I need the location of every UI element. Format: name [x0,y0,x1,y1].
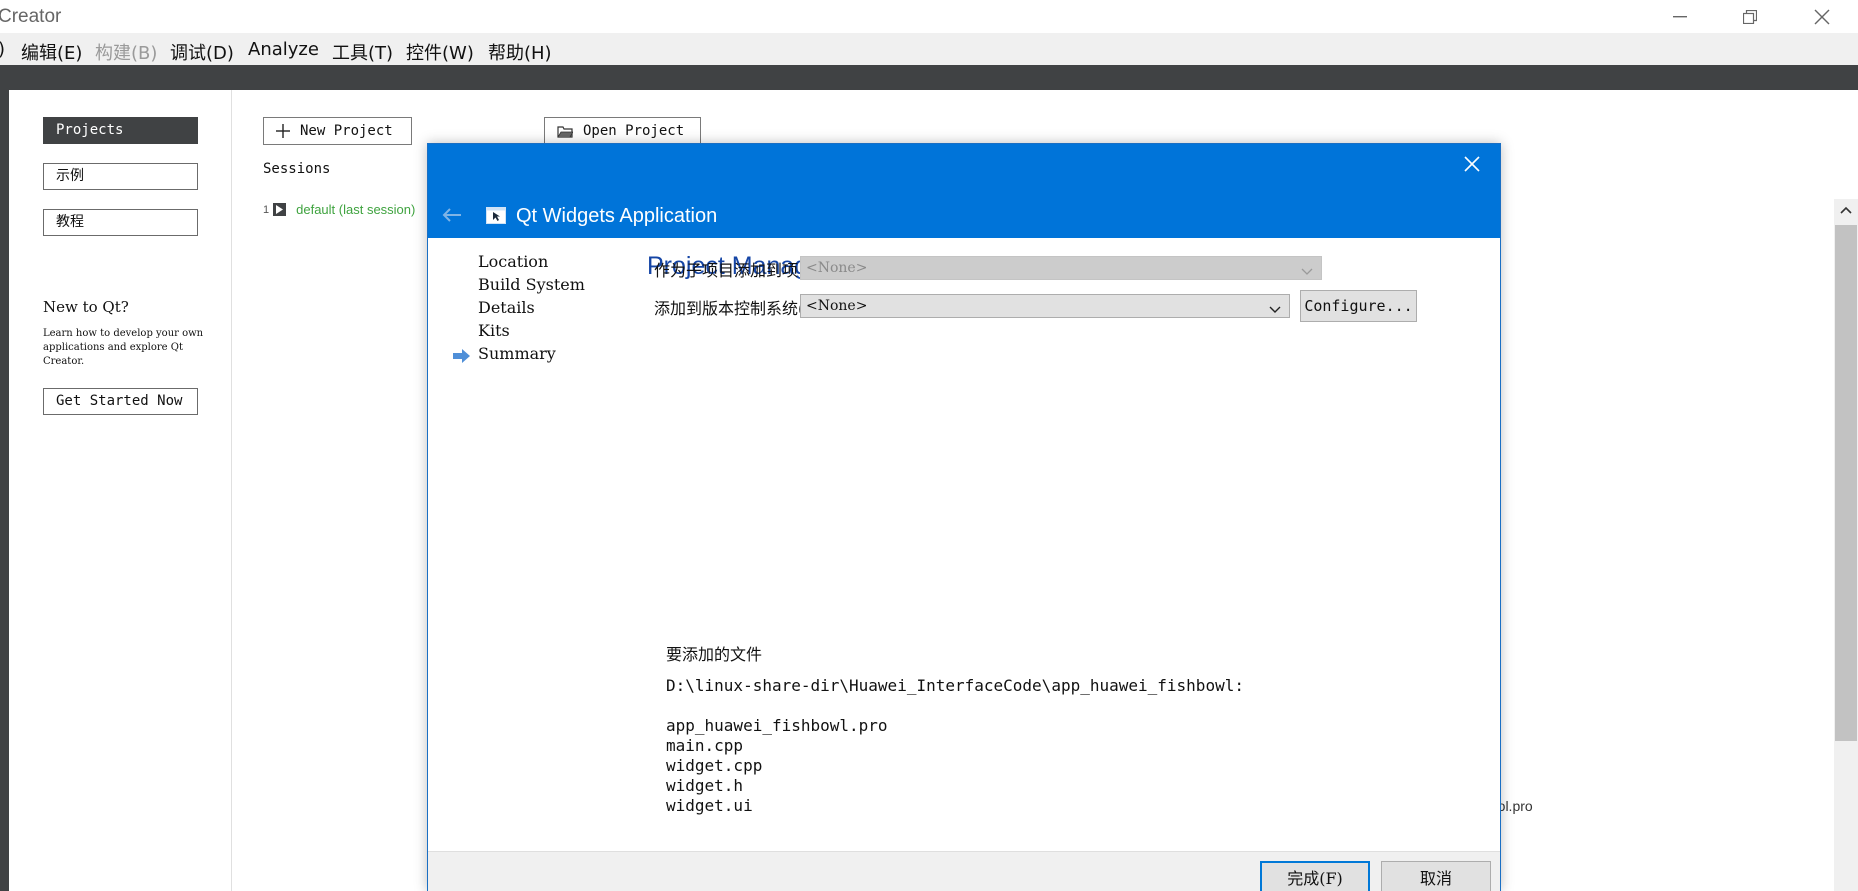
minimize-icon [1673,15,1687,18]
current-step-arrow-icon [453,348,471,363]
finish-button[interactable]: 完成(F) [1260,861,1370,891]
scroll-thumb[interactable] [1835,225,1857,741]
menu-help[interactable]: 帮助(H) [488,39,552,65]
sessions-heading: Sessions [263,161,331,177]
menu-tools[interactable]: 工具(T) [332,39,393,65]
add-to-project-value: <None> [806,260,868,276]
open-project-label: Open Project [583,123,685,139]
dialog-title: Qt Widgets Application [516,205,718,227]
menu-widgets[interactable]: 控件(W) [406,39,474,65]
step-kits: Kits [478,321,510,340]
play-icon[interactable] [273,203,287,216]
close-icon [1464,156,1480,176]
chevron-down-icon [1301,261,1313,283]
wizard-steps: Location Build System Details Kits Summa… [428,238,638,838]
files-list: app_huawei_fishbowl.pro main.cpp widget.… [666,716,888,816]
mode-selector-strip [0,90,9,891]
dialog-footer: 完成(F) 取消 [428,851,1500,891]
menu-file-fragment[interactable]: ) [0,39,5,60]
examples-button[interactable]: 示例 [43,163,198,190]
window-close-button[interactable] [1792,0,1852,33]
cancel-button[interactable]: 取消 [1381,861,1491,891]
close-icon [1814,9,1830,25]
title-bar: Creator [0,0,1858,33]
step-build-system: Build System [478,275,585,294]
file-item: widget.cpp [666,756,763,775]
projects-button[interactable]: Projects [43,117,198,144]
restore-button[interactable] [1720,0,1780,33]
vcs-value: <None> [806,298,868,314]
session-item[interactable]: 1 default (last session) [263,202,415,217]
new-project-wizard-dialog: Qt Widgets Application Location Build Sy… [427,143,1501,891]
get-started-button[interactable]: Get Started Now [43,388,198,415]
menu-analyze[interactable]: Analyze [248,39,319,60]
menu-bar: ) 编辑(E) 构建(B) 调试(D) Analyze 工具(T) 控件(W) … [0,33,1858,65]
vertical-scrollbar[interactable] [1834,199,1858,891]
dialog-close-button[interactable] [1458,152,1486,180]
files-directory: D:\linux-share-dir\Huawei_InterfaceCode\… [666,676,1244,695]
step-details: Details [478,298,535,317]
add-to-project-combo[interactable]: <None> [800,256,1322,280]
dialog-header: Qt Widgets Application [428,144,1500,238]
back-arrow-icon [442,207,462,226]
file-item: widget.h [666,776,744,795]
menu-edit[interactable]: 编辑(E) [21,39,82,65]
vcs-combo[interactable]: <None> [800,294,1290,318]
new-project-button[interactable]: New Project [263,117,412,145]
step-location: Location [478,252,549,271]
new-to-qt-text: Learn how to develop your own applicatio… [43,328,204,367]
plus-icon [276,124,290,138]
dark-toolbar [0,65,1858,90]
file-item: app_huawei_fishbowl.pro [666,716,888,735]
session-name[interactable]: default (last session) [296,202,415,217]
new-to-qt-title: New to Qt? [43,298,129,316]
restore-icon [1743,9,1757,24]
file-item: widget.ui [666,796,753,815]
back-button[interactable] [440,206,464,226]
menu-build[interactable]: 构建(B) [95,39,157,65]
app-title: Creator [0,6,62,27]
minimize-button[interactable] [1650,0,1710,33]
step-summary: Summary [478,344,556,363]
folder-open-icon [557,125,573,138]
new-project-label: New Project [300,123,393,139]
configure-button[interactable]: Configure... [1300,290,1417,322]
scroll-up-icon[interactable] [1834,199,1858,221]
menu-debug[interactable]: 调试(D) [170,39,234,65]
chevron-down-icon [1269,299,1281,321]
files-to-add-label: 要添加的文件 [666,645,763,664]
application-icon [486,207,506,224]
tutorials-button[interactable]: 教程 [43,209,198,236]
open-project-button[interactable]: Open Project [544,117,701,145]
session-index: 1 [263,203,270,216]
file-item: main.cpp [666,736,744,755]
